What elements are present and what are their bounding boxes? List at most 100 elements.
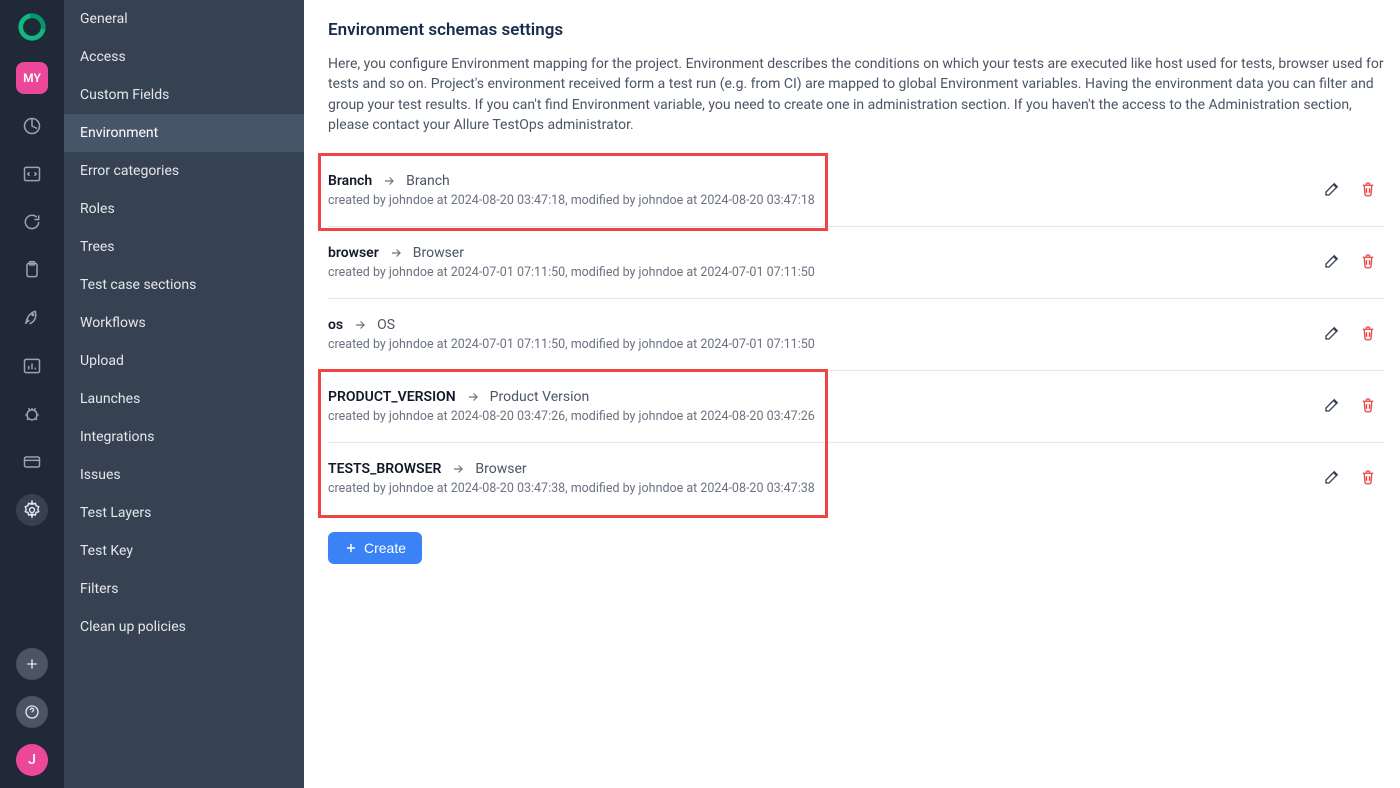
settings-nav-item[interactable]: Access (64, 38, 304, 76)
code-icon[interactable] (16, 158, 48, 190)
schema-mapping: TESTS_BROWSER Browser (328, 461, 1320, 477)
card-icon[interactable] (16, 446, 48, 478)
create-button[interactable]: Create (328, 532, 422, 564)
settings-nav-item[interactable]: Issues (64, 456, 304, 494)
schema-actions (1320, 323, 1384, 347)
edit-button[interactable] (1320, 251, 1344, 275)
settings-nav-item[interactable]: Launches (64, 380, 304, 418)
schema-mapping: os OS (328, 317, 1320, 333)
arrow-right-icon (353, 318, 367, 332)
schema-key: os (328, 317, 343, 333)
schema-meta: created by johndoe at 2024-08-20 03:47:2… (328, 409, 1320, 424)
arrow-right-icon (382, 174, 396, 188)
main-content: Environment schemas settings Here, you c… (304, 0, 1400, 788)
schema-meta: created by johndoe at 2024-07-01 07:11:5… (328, 337, 1320, 352)
pencil-icon (1323, 180, 1341, 201)
arrow-right-icon (451, 462, 465, 476)
pencil-icon (1323, 396, 1341, 417)
schema-content: TESTS_BROWSER Browser created by johndoe a… (328, 461, 1320, 496)
schema-actions (1320, 179, 1384, 203)
schema-meta: created by johndoe at 2024-07-01 07:11:5… (328, 265, 1320, 280)
schema-value: OS (377, 317, 395, 333)
schema-content: Branch Branch created by johndoe at 2024-0… (328, 173, 1320, 208)
schema-key: TESTS_BROWSER (328, 461, 441, 477)
schema-mapping: Branch Branch (328, 173, 1320, 189)
trash-icon (1359, 468, 1377, 489)
overview-icon[interactable] (16, 110, 48, 142)
edit-button[interactable] (1320, 467, 1344, 491)
schema-content: os OS created by johndoe at 2024-07-01 07:… (328, 317, 1320, 352)
settings-nav-item[interactable]: General (64, 0, 304, 38)
pencil-icon (1323, 252, 1341, 273)
delete-button[interactable] (1356, 251, 1380, 275)
settings-nav-item[interactable]: Custom Fields (64, 76, 304, 114)
pencil-icon (1323, 324, 1341, 345)
settings-nav-item[interactable]: Workflows (64, 304, 304, 342)
trash-icon (1359, 180, 1377, 201)
schema-row: browser Browser created by johndoe at 2024… (328, 227, 1384, 299)
settings-nav-item[interactable]: Error categories (64, 152, 304, 190)
schema-content: browser Browser created by johndoe at 2024… (328, 245, 1320, 280)
schema-actions (1320, 395, 1384, 419)
trash-icon (1359, 396, 1377, 417)
edit-button[interactable] (1320, 323, 1344, 347)
schema-value: Browser (413, 245, 464, 261)
schema-row: os OS created by johndoe at 2024-07-01 07:… (328, 299, 1384, 371)
settings-gear-icon[interactable] (16, 494, 48, 526)
schema-meta: created by johndoe at 2024-08-20 03:47:3… (328, 481, 1320, 496)
rocket-icon[interactable] (16, 302, 48, 334)
arrow-right-icon (466, 390, 480, 404)
schema-meta: created by johndoe at 2024-08-20 03:47:1… (328, 193, 1320, 208)
settings-nav: GeneralAccessCustom FieldsEnvironmentErr… (64, 0, 304, 788)
edit-button[interactable] (1320, 179, 1344, 203)
settings-nav-item[interactable]: Integrations (64, 418, 304, 456)
plus-icon (344, 541, 358, 555)
page-title: Environment schemas settings (328, 20, 1384, 40)
schema-actions (1320, 251, 1384, 275)
delete-button[interactable] (1356, 467, 1380, 491)
trash-icon (1359, 252, 1377, 273)
schema-row: Branch Branch created by johndoe at 2024-0… (328, 155, 1384, 227)
schema-row: PRODUCT_VERSION Product Version created by… (328, 371, 1384, 443)
schema-list-wrap: Branch Branch created by johndoe at 2024-0… (328, 155, 1384, 514)
refresh-icon[interactable] (16, 206, 48, 238)
settings-nav-item[interactable]: Test Layers (64, 494, 304, 532)
settings-nav-item[interactable]: Filters (64, 570, 304, 608)
schema-key: PRODUCT_VERSION (328, 389, 456, 405)
schema-value: Product Version (490, 389, 590, 405)
schema-key: Branch (328, 173, 372, 189)
settings-nav-item[interactable]: Roles (64, 190, 304, 228)
schema-content: PRODUCT_VERSION Product Version created by… (328, 389, 1320, 424)
schema-actions (1320, 467, 1384, 491)
schema-mapping: browser Browser (328, 245, 1320, 261)
user-avatar[interactable]: J (16, 744, 48, 776)
schema-row: TESTS_BROWSER Browser created by johndoe a… (328, 443, 1384, 514)
create-button-label: Create (364, 540, 406, 556)
settings-nav-item[interactable]: Trees (64, 228, 304, 266)
trash-icon (1359, 324, 1377, 345)
settings-nav-item[interactable]: Clean up policies (64, 608, 304, 646)
icon-rail: MY J (0, 0, 64, 788)
app-logo-icon[interactable] (17, 12, 47, 46)
settings-nav-item[interactable]: Test case sections (64, 266, 304, 304)
schema-key: browser (328, 245, 379, 261)
delete-button[interactable] (1356, 179, 1380, 203)
settings-nav-item[interactable]: Upload (64, 342, 304, 380)
chart-icon[interactable] (16, 350, 48, 382)
settings-nav-item[interactable]: Test Key (64, 532, 304, 570)
delete-button[interactable] (1356, 395, 1380, 419)
arrow-right-icon (389, 246, 403, 260)
schema-value: Browser (475, 461, 526, 477)
pencil-icon (1323, 468, 1341, 489)
page-description: Here, you configure Environment mapping … (328, 54, 1384, 135)
add-icon[interactable] (16, 648, 48, 680)
project-badge[interactable]: MY (16, 62, 48, 94)
delete-button[interactable] (1356, 323, 1380, 347)
schema-value: Branch (406, 173, 450, 189)
help-icon[interactable] (16, 696, 48, 728)
settings-nav-item[interactable]: Environment (64, 114, 304, 152)
bug-icon[interactable] (16, 398, 48, 430)
edit-button[interactable] (1320, 395, 1344, 419)
clipboard-icon[interactable] (16, 254, 48, 286)
schema-list: Branch Branch created by johndoe at 2024-0… (328, 155, 1384, 514)
